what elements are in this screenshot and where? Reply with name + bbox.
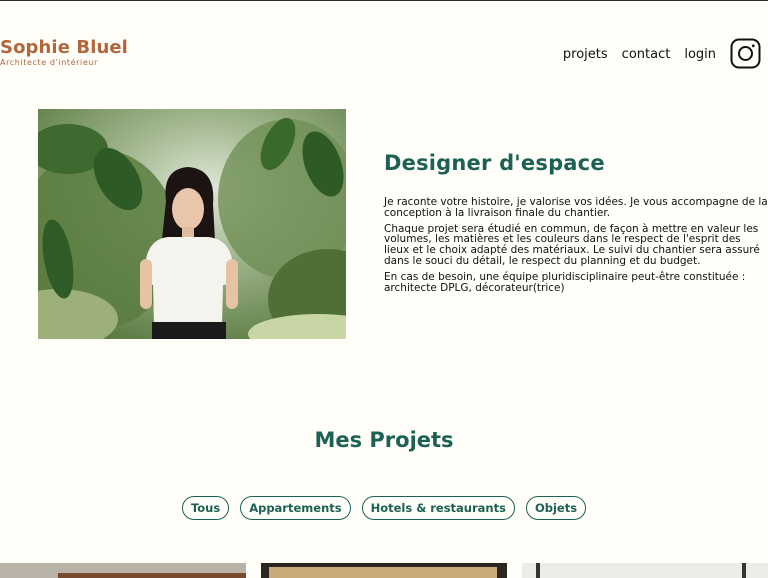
intro-title: Designer d'espace (384, 151, 605, 175)
filter-appartements[interactable]: Appartements (240, 496, 351, 520)
project-thumbnail[interactable] (522, 563, 768, 578)
intro-paragraph: Chaque projet sera étudié en commun, de … (384, 222, 760, 267)
filter-objets[interactable]: Objets (525, 496, 587, 520)
logo[interactable]: Sophie Bluel Architecte d'intérieur (0, 37, 128, 68)
project-filters: Tous Appartements Hotels & restaurants O… (0, 496, 768, 520)
intro-paragraph: En cas de besoin, une équipe pluridiscip… (384, 270, 746, 294)
nav-link-projets[interactable]: projets (563, 47, 608, 62)
filter-tous[interactable]: Tous (181, 496, 230, 520)
nav-link-login[interactable]: login (684, 47, 716, 62)
instagram-icon[interactable] (730, 38, 761, 69)
logo-subtitle: Architecte d'intérieur (0, 58, 98, 67)
filter-hotels-restaurants[interactable]: Hotels & restaurants (361, 496, 515, 520)
intro-section: Designer d'espace Je raconte votre histo… (384, 151, 768, 298)
project-thumbnail[interactable] (261, 563, 507, 578)
logo-title: Sophie Bluel (0, 37, 128, 58)
nav-link-contact[interactable]: contact (622, 47, 671, 62)
main-nav: projets contact login (563, 47, 716, 62)
project-thumbnail[interactable] (0, 563, 246, 578)
architect-photo (38, 109, 346, 339)
intro-paragraph: Je raconte votre histoire, je valorise v… (384, 196, 768, 219)
projects-title: Mes Projets (314, 428, 454, 452)
